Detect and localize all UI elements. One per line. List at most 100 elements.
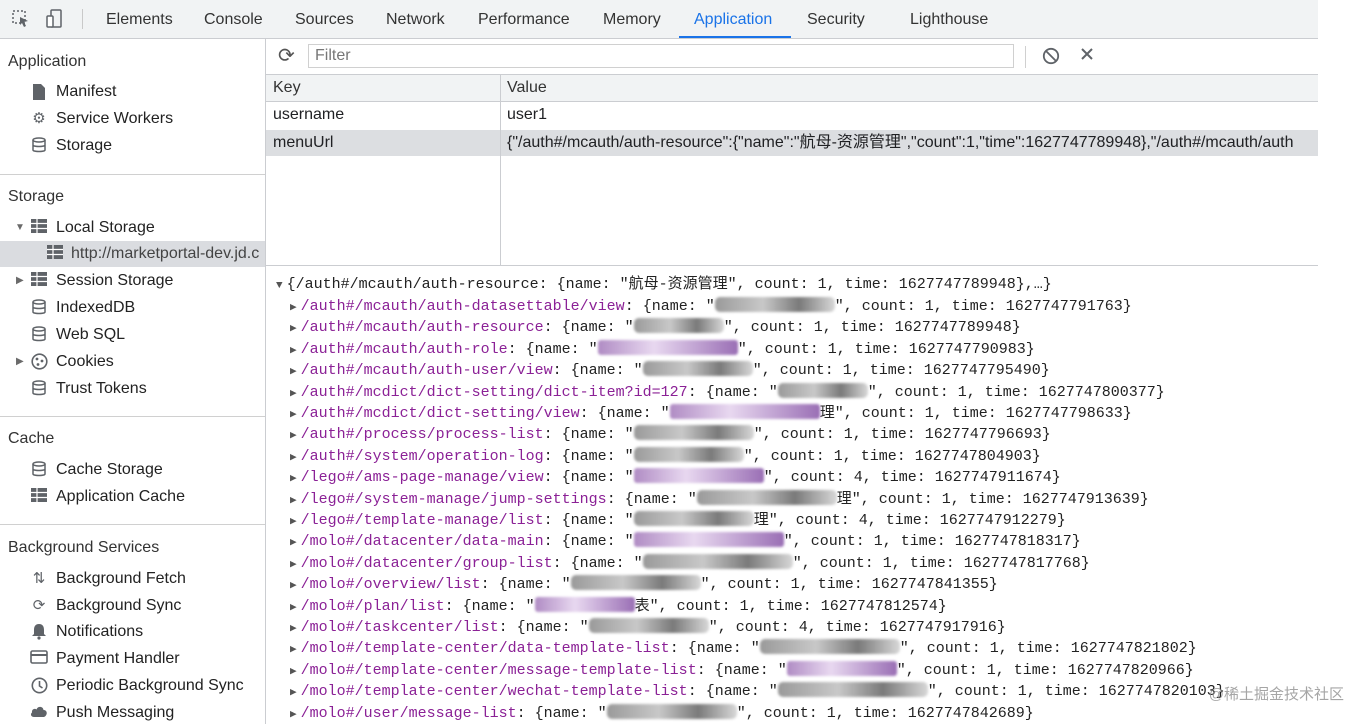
database-icon <box>30 461 48 479</box>
inspect-element-icon[interactable] <box>12 10 30 28</box>
collapsed-triangle-icon[interactable]: ▶ <box>290 452 297 464</box>
sidebar-item-web-sql[interactable]: Web SQL <box>0 322 265 348</box>
entry-name-prefix: : {name: " <box>543 469 634 487</box>
entry-key: /molo#/template-center/wechat-template-l… <box>300 683 688 701</box>
entry-tail: 表", count: 1, time: 1627747812574} <box>634 597 947 615</box>
sidebar-item-application-cache[interactable]: Application Cache <box>0 484 265 510</box>
section-title-background-services: Background Services <box>8 539 160 556</box>
tab-elements[interactable]: Elements <box>106 0 173 38</box>
tree-root[interactable]: ▼ {/auth#/mcauth/auth-resource: {name: "航… <box>276 274 1052 295</box>
tree-entry[interactable]: ▶/auth#/system/operation-log: {name: " ",… <box>290 446 1041 467</box>
collapsed-triangle-icon[interactable]: ▶ <box>290 516 297 528</box>
collapsed-triangle-icon[interactable]: ▶ <box>290 345 297 357</box>
device-toolbar-icon[interactable] <box>46 9 64 29</box>
tree-entry[interactable]: ▶/molo#/datacenter/data-main: {name: " ",… <box>290 531 1081 552</box>
sidebar-item-background-fetch[interactable]: ⇅ Background Fetch <box>0 566 265 592</box>
refresh-icon[interactable]: ⟳ <box>278 45 298 67</box>
collapsed-triangle-icon[interactable]: ▶ <box>290 430 297 442</box>
sidebar-item-session-storage[interactable]: ▶ Session Storage <box>0 268 265 294</box>
sidebar-item-manifest[interactable]: Manifest <box>0 79 265 105</box>
collapsed-triangle-icon[interactable]: ▶ <box>290 537 297 549</box>
sidebar-item-label: Application Cache <box>56 488 185 505</box>
tree-entry[interactable]: ▶/auth#/mcdict/dict-setting/dict-item?id… <box>290 382 1165 403</box>
collapsed-triangle-icon[interactable]: ▶ <box>290 644 297 656</box>
clear-all-icon[interactable] <box>1042 47 1060 65</box>
entry-tail: ", count: 1, time: 1627747796693} <box>753 426 1051 444</box>
column-header-key[interactable]: Key <box>273 75 301 101</box>
tree-entry[interactable]: ▶/auth#/mcauth/auth-role: {name: " ", cou… <box>290 339 1035 360</box>
column-header-value[interactable]: Value <box>507 75 547 101</box>
collapsed-triangle-icon[interactable]: ▶ <box>290 709 297 721</box>
entry-key: /auth#/mcauth/auth-role <box>300 340 508 358</box>
sidebar-item-service-workers[interactable]: ⚙ Service Workers <box>0 106 265 132</box>
tree-entry[interactable]: ▶/molo#/taskcenter/list: {name: " ", coun… <box>290 617 1006 638</box>
collapsed-triangle-icon[interactable]: ▶ <box>290 687 297 699</box>
tree-entry[interactable]: ▶/molo#/overview/list: {name: " ", count:… <box>290 574 998 595</box>
collapsed-triangle-icon[interactable]: ▶ <box>290 602 297 614</box>
tab-application[interactable]: Application <box>694 0 772 38</box>
tree-entry[interactable]: ▶/auth#/mcdict/dict-setting/view: {name:… <box>290 403 1132 424</box>
tab-security[interactable]: Security <box>807 0 865 38</box>
active-tab-indicator <box>679 36 791 38</box>
collapsed-triangle-icon[interactable]: ▶ <box>290 580 297 592</box>
table-grid-icon <box>46 245 64 263</box>
collapsed-triangle-icon[interactable]: ▶ <box>290 495 297 507</box>
tree-entry[interactable]: ▶/lego#/system-manage/jump-settings: {na… <box>290 489 1149 510</box>
collapsed-triangle-icon[interactable]: ▶ <box>290 302 297 314</box>
sidebar-item-push-messaging[interactable]: Push Messaging <box>0 700 265 724</box>
tree-entry[interactable]: ▶/molo#/datacenter/group-list: {name: " "… <box>290 553 1090 574</box>
sidebar-item-indexeddb[interactable]: IndexedDB <box>0 295 265 321</box>
collapsed-triangle-icon[interactable]: ▶ <box>16 268 26 294</box>
sidebar-item-notifications[interactable]: Notifications <box>0 619 265 645</box>
tree-entry[interactable]: ▶/molo#/plan/list: {name: " 表", count: 1,… <box>290 596 947 617</box>
collapsed-triangle-icon[interactable]: ▶ <box>290 366 297 378</box>
clock-icon <box>30 677 48 695</box>
collapsed-triangle-icon[interactable]: ▶ <box>290 623 297 635</box>
filter-input[interactable] <box>308 44 1014 68</box>
collapsed-triangle-icon[interactable]: ▶ <box>290 409 297 421</box>
collapsed-triangle-icon[interactable]: ▶ <box>290 666 297 678</box>
tree-entry[interactable]: ▶/lego#/ams-page-manage/view: {name: " ",… <box>290 467 1061 488</box>
tree-entry[interactable]: ▶/molo#/user/message-list: {name: " ", co… <box>290 703 1034 724</box>
tab-console[interactable]: Console <box>204 0 263 38</box>
sidebar-item-trust-tokens[interactable]: Trust Tokens <box>0 376 265 402</box>
sidebar-item-periodic-background-sync[interactable]: Periodic Background Sync <box>0 673 265 699</box>
sidebar-item-local-storage[interactable]: ▼ Local Storage <box>0 215 265 241</box>
sidebar-item-background-sync[interactable]: ⟳ Background Sync <box>0 593 265 619</box>
redacted-mask <box>696 489 837 505</box>
sidebar-item-cookies[interactable]: ▶ Cookies <box>0 349 265 375</box>
tree-entry[interactable]: ▶/molo#/template-center/wechat-template-… <box>290 681 1225 702</box>
redacted-mask <box>633 511 754 526</box>
entry-name-prefix: : {name: " <box>543 533 634 551</box>
tree-entry[interactable]: ▶/auth#/mcauth/auth-resource: {name: " ",… <box>290 317 1021 338</box>
collapsed-triangle-icon[interactable]: ▶ <box>16 349 26 375</box>
tab-lighthouse[interactable]: Lighthouse <box>910 0 988 38</box>
tree-entry[interactable]: ▶/auth#/mcauth/auth-user/view: {name: " "… <box>290 360 1050 381</box>
sidebar-item-payment-handler[interactable]: Payment Handler <box>0 646 265 672</box>
sidebar-item-local-origin[interactable]: http://marketportal-dev.jd.c <box>0 241 265 267</box>
tree-entry[interactable]: ▶/lego#/template-manage/list: {name: " 理"… <box>290 510 1066 531</box>
tab-sources[interactable]: Sources <box>295 0 354 38</box>
tree-entry[interactable]: ▶/auth#/process/process-list: {name: " ",… <box>290 424 1051 445</box>
collapsed-triangle-icon[interactable]: ▶ <box>290 473 297 485</box>
collapsed-triangle-icon[interactable]: ▶ <box>290 323 297 335</box>
collapsed-triangle-icon[interactable]: ▶ <box>290 559 297 571</box>
sidebar-item-cache-storage[interactable]: Cache Storage <box>0 457 265 483</box>
redacted-mask <box>570 575 701 591</box>
tree-entry[interactable]: ▶/auth#/mcauth/auth-datasettable/view: {… <box>290 296 1132 317</box>
tab-performance[interactable]: Performance <box>478 0 570 38</box>
tab-memory[interactable]: Memory <box>603 0 661 38</box>
table-row[interactable]: menuUrl {"/auth#/mcauth/auth-resource":{… <box>266 130 1318 156</box>
entry-name-prefix: : {name: " <box>696 661 787 679</box>
collapsed-triangle-icon[interactable]: ▶ <box>290 388 297 400</box>
tab-network[interactable]: Network <box>386 0 445 38</box>
delete-selected-icon[interactable] <box>1079 46 1097 64</box>
table-row[interactable]: username user1 <box>266 102 1318 128</box>
sidebar-item-storage[interactable]: Storage <box>0 133 265 159</box>
tree-entry[interactable]: ▶/molo#/template-center/message-template… <box>290 660 1194 681</box>
tree-entry[interactable]: ▶/molo#/template-center/data-template-li… <box>290 638 1197 659</box>
expanded-triangle-icon[interactable]: ▼ <box>276 280 283 292</box>
entry-name-prefix: : {name: " <box>669 640 760 658</box>
sidebar-item-label: Payment Handler <box>56 650 180 667</box>
expanded-triangle-icon[interactable]: ▼ <box>15 215 25 241</box>
